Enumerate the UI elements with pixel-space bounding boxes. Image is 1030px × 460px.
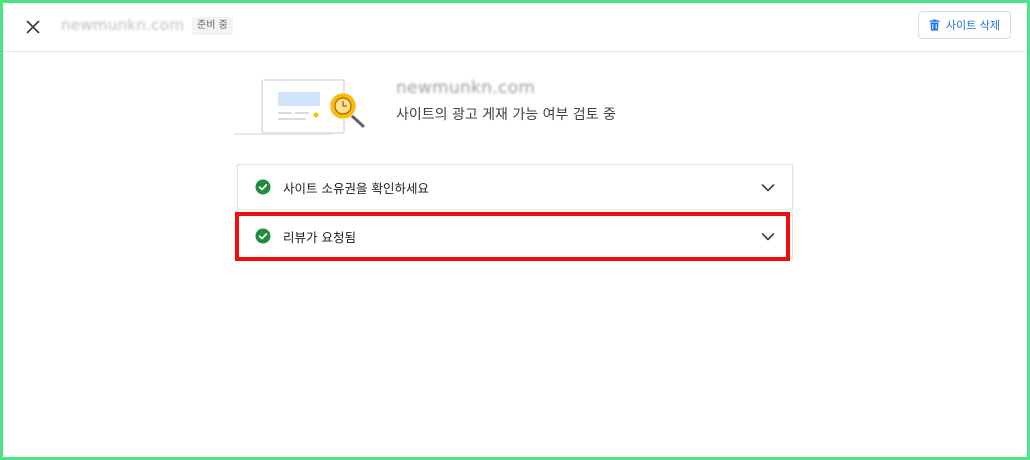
step-label: 사이트 소유권을 확인하세요 [283, 180, 429, 196]
step-label: 리뷰가 요청됨 [283, 229, 356, 245]
check-circle-icon [255, 179, 271, 195]
site-name: newmunkn.com [61, 16, 185, 34]
delete-site-button[interactable]: 사이트 삭제 [917, 11, 1011, 39]
close-icon [26, 20, 40, 34]
step-review-requested[interactable]: 리뷰가 요청됨 [237, 213, 793, 259]
chevron-down-icon[interactable] [760, 180, 776, 196]
delete-site-label: 사이트 삭제 [945, 19, 1000, 32]
trash-icon [929, 19, 940, 31]
check-circle-icon [255, 228, 271, 244]
chevron-down-icon[interactable] [760, 229, 776, 245]
review-status-text: 사이트의 광고 게재 가능 여부 검토 중 [396, 107, 616, 123]
hero-site-name: newmunkn.com [396, 78, 536, 98]
top-bar: newmunkn.com 준비 중 사이트 삭제 [3, 3, 1027, 52]
close-button[interactable] [21, 15, 45, 39]
status-badge: 준비 중 [192, 17, 233, 35]
step-verify-ownership[interactable]: 사이트 소유권을 확인하세요 [237, 164, 793, 210]
site-review-illustration [234, 79, 365, 135]
